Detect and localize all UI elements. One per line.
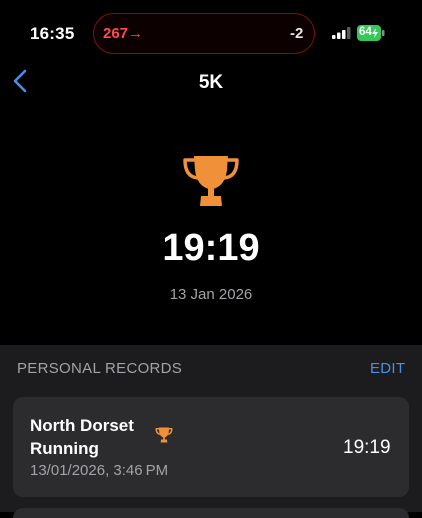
live-activity-right-text: -2 [290,25,304,42]
trophy-icon [183,156,239,206]
record-event-name: North Dorset Running [30,416,134,458]
record-date: 13 Jan 2026 [169,286,253,303]
record-time-large: 19:19 [162,227,260,269]
status-time: 16:35 [30,24,75,43]
live-activity-left-text: 267→ [103,25,144,42]
page-title: 5K [198,72,224,93]
trophy-icon [155,427,173,443]
battery-icon: 64 [357,25,385,41]
battery-level: 64 [359,26,372,38]
cellular-signal-icon [332,27,351,39]
record-datetime: 13/01/2026, 3:46 PM [30,462,169,479]
section-header: PERSONAL RECORDS [17,360,183,377]
next-record-card[interactable] [13,508,409,518]
edit-button[interactable]: EDIT [370,360,405,377]
record-time: 19:19 [343,437,391,458]
